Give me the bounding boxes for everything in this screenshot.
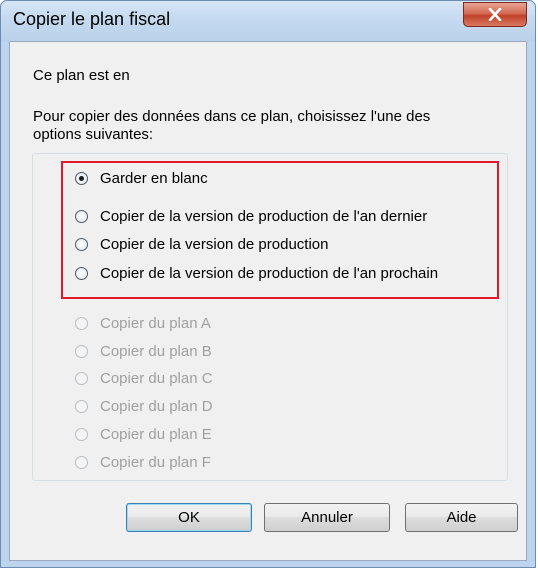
radio-disabled-icon [75,344,88,358]
option-copy-plan-f: Copier du plan F [75,452,211,472]
radio-disabled-icon [75,371,88,385]
help-button[interactable]: Aide [405,503,518,532]
radio-disabled-icon [75,399,88,413]
radio-icon[interactable] [75,237,88,251]
close-button[interactable] [463,2,527,27]
instructions-text-cont: options suivantes: [33,126,154,143]
option-label: Copier du plan F [100,453,211,471]
window-title: Copier le plan fiscal [13,9,171,29]
option-label: Copier du plan A [100,314,211,332]
title-bar[interactable]: Copier le plan fiscal [1,1,535,41]
radio-disabled-icon [75,455,88,469]
option-label: Copier du plan B [100,342,212,360]
option-copy-plan-c: Copier du plan C [75,368,213,388]
cancel-button[interactable]: Annuler [264,503,390,532]
option-copy-plan-e: Copier du plan E [75,424,212,444]
option-label: Garder en blanc [100,169,208,187]
radio-selected-icon[interactable] [75,171,88,185]
radio-disabled-icon [75,316,88,330]
radio-icon[interactable] [75,209,88,223]
plan-status-text: Ce plan est en [33,67,130,84]
radio-disabled-icon [75,427,88,441]
option-copy-next-year[interactable]: Copier de la version de production de l'… [75,263,438,283]
option-label: Copier du plan C [100,369,213,387]
option-label: Copier de la version de production [100,235,329,253]
option-copy-plan-d: Copier du plan D [75,396,213,416]
option-copy-plan-b: Copier du plan B [75,341,212,361]
option-label: Copier du plan E [100,425,212,443]
dialog-body: Ce plan est en Pour copier des données d… [9,41,527,561]
instructions-text: Pour copier des données dans ce plan, ch… [33,108,431,125]
option-copy-plan-a: Copier du plan A [75,313,211,333]
option-copy-last-year[interactable]: Copier de la version de production de l'… [75,206,427,226]
ok-button[interactable]: OK [126,503,252,532]
option-label: Copier de la version de production de l'… [100,264,439,282]
option-label: Copier de la version de production de l'… [100,207,428,225]
close-icon [488,8,502,21]
option-copy-production[interactable]: Copier de la version de production [75,234,328,254]
option-keep-blank[interactable]: Garder en blanc [75,168,208,188]
radio-icon[interactable] [75,266,88,280]
option-label: Copier du plan D [100,397,213,415]
dialog-window: Copier le plan fiscal Ce plan est en Pou… [0,0,536,568]
